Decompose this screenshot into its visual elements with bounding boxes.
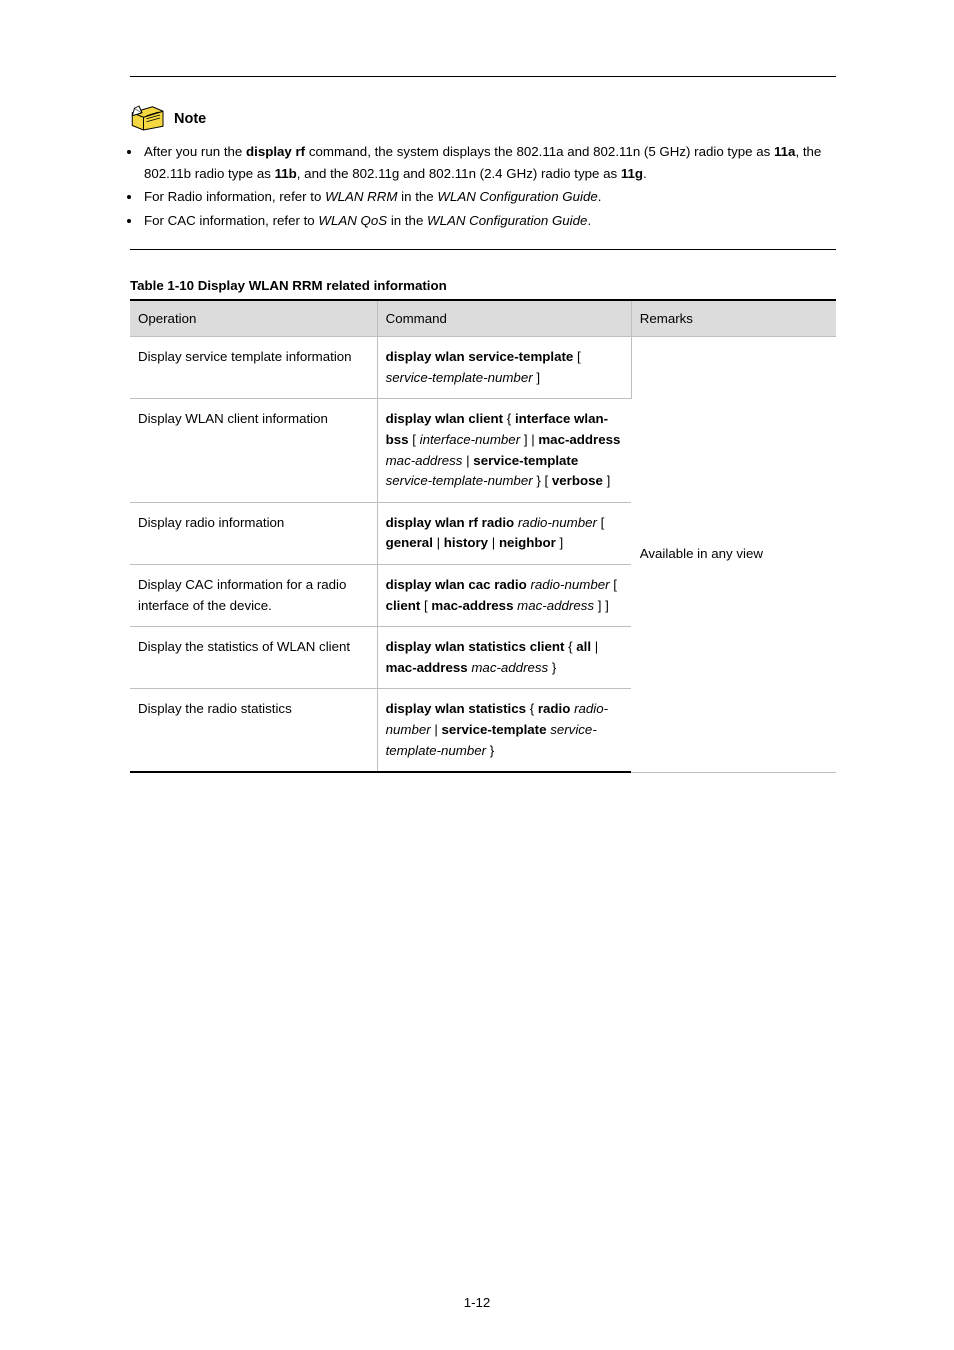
header-command: Command bbox=[377, 300, 631, 337]
cell-operation: Display the radio statistics bbox=[130, 689, 377, 772]
cell-operation: Display WLAN client information bbox=[130, 399, 377, 502]
table-header-row: Operation Command Remarks bbox=[130, 300, 836, 337]
table-body: Display service template informationdisp… bbox=[130, 337, 836, 773]
cell-command: display wlan cac radio radio-number [ cl… bbox=[377, 565, 631, 627]
cell-command: display wlan client { interface wlan-bss… bbox=[377, 399, 631, 502]
note-icon bbox=[130, 105, 166, 131]
note-bullet: For CAC information, refer to WLAN QoS i… bbox=[142, 210, 836, 232]
cell-operation: Display service template information bbox=[130, 337, 377, 399]
cell-remarks: Available in any view bbox=[631, 337, 836, 773]
command-table: Operation Command Remarks Display servic… bbox=[130, 299, 836, 773]
note-label: Note bbox=[174, 111, 206, 131]
note-bottom-rule bbox=[130, 249, 836, 250]
cell-command: display wlan rf radio radio-number [ gen… bbox=[377, 502, 631, 564]
cell-operation: Display the statistics of WLAN client bbox=[130, 627, 377, 689]
note-bullet-list: After you run the display rf command, th… bbox=[142, 141, 836, 231]
page-number: 1-12 bbox=[0, 1295, 954, 1310]
cell-command: display wlan statistics { radio radio-nu… bbox=[377, 689, 631, 772]
note-bullet: After you run the display rf command, th… bbox=[142, 141, 836, 184]
header-operation: Operation bbox=[130, 300, 377, 337]
table-row: Display service template informationdisp… bbox=[130, 337, 836, 399]
header-remarks: Remarks bbox=[631, 300, 836, 337]
note-callout: Note bbox=[130, 105, 836, 131]
table-caption: Table 1-10 Display WLAN RRM related info… bbox=[130, 278, 836, 293]
cell-operation: Display radio information bbox=[130, 502, 377, 564]
cell-command: display wlan service-template [ service-… bbox=[377, 337, 631, 399]
top-rule bbox=[130, 76, 836, 77]
cell-command: display wlan statistics client { all | m… bbox=[377, 627, 631, 689]
note-bullet: For Radio information, refer to WLAN RRM… bbox=[142, 186, 836, 208]
cell-operation: Display CAC information for a radio inte… bbox=[130, 565, 377, 627]
